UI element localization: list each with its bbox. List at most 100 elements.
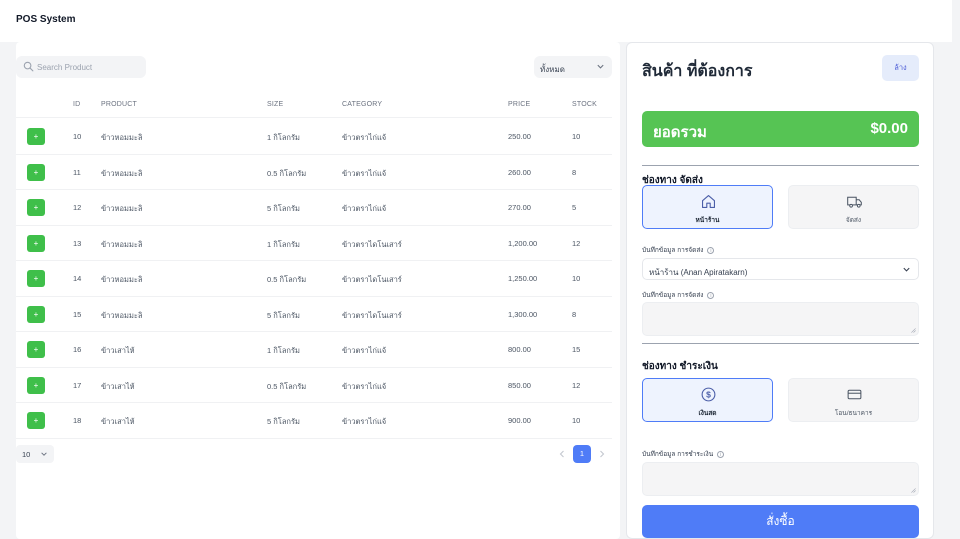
add-to-cart-button[interactable]: + (27, 234, 45, 252)
cell-product: ข้าวหอมมะลิ (101, 204, 143, 213)
cell-size: 1 กิโลกรัม (267, 346, 300, 355)
payment-option-cash[interactable]: $ เงินสด (642, 378, 773, 422)
address-label-text: บันทึกข้อมูล การจัดส่ง (642, 247, 704, 254)
table-header: ID PRODUCT SIZE CATEGORY PRICE STOCK (16, 98, 612, 118)
cell-size: 1 กิโลกรัม (267, 239, 300, 249)
cell-size: 0.5 กิโลกรัม (267, 381, 307, 391)
column-header-price[interactable]: PRICE (508, 101, 530, 108)
payment-section-title: ช่องทาง ชำระเงิน (642, 361, 718, 372)
payment-option-label: โอน/ธนาคาร (834, 410, 873, 417)
cell-size: 5 กิโลกรัม (267, 204, 300, 213)
add-to-cart-button[interactable]: + (27, 270, 45, 287)
place-order-button[interactable]: สั่งซื้อ (642, 505, 919, 538)
page-button-current[interactable]: 1 (573, 445, 591, 463)
cell-stock: 8 (572, 167, 577, 177)
table-row: + 14 ข้าวหอมมะลิ 0.5 กิโลกรัม ข้าวตราไดโ… (16, 261, 612, 297)
cell-stock: 10 (572, 416, 581, 425)
column-header-category[interactable]: CATEGORY (342, 101, 382, 108)
cell-id: 16 (73, 345, 82, 354)
delivery-note-label-text: บันทึกข้อมูล การจัดส่ง (642, 292, 704, 299)
cell-product: ข้าวหอมมะลิ (101, 239, 143, 249)
product-search[interactable] (16, 56, 146, 78)
chevron-right-icon[interactable] (597, 449, 607, 459)
cell-price: 1,250.00 (508, 274, 538, 283)
column-header-size[interactable]: SIZE (267, 101, 283, 108)
chevron-down-icon (903, 267, 910, 272)
cell-product: ข้าวหอมมะลิ (101, 275, 143, 284)
svg-text:$: $ (706, 389, 711, 399)
home-icon (701, 194, 716, 209)
cell-price: 1,300.00 (508, 309, 538, 319)
cell-stock: 10 (572, 132, 581, 141)
delivery-note-label: บันทึกข้อมูล การจัดส่ง i (642, 290, 715, 300)
table-row: + 15 ข้าวหอมมะลิ 5 กิโลกรัม ข้าวตราไดโนเ… (16, 297, 612, 332)
chevron-down-icon (41, 452, 47, 456)
cell-stock: 5 (572, 203, 577, 212)
cell-price: 1,200.00 (508, 238, 538, 248)
divider (642, 165, 919, 166)
table-row: + 10 ข้าวหอมมะลิ 1 กิโลกรัม ข้าวตราไก่แจ… (16, 119, 612, 155)
table-row: + 16 ข้าวเสาไห้ 1 กิโลกรัม ข้าวตราไก่แจ้… (16, 332, 612, 368)
scrollbar-track[interactable] (952, 0, 960, 539)
cell-price: 800.00 (508, 345, 531, 354)
app-title: POS System (16, 14, 76, 25)
column-header-product[interactable]: PRODUCT (101, 101, 137, 108)
cell-product: ข้าวเสาไห้ (101, 381, 135, 391)
cell-price: 260.00 (508, 167, 531, 177)
cell-size: 0.5 กิโลกรัม (267, 275, 307, 284)
info-icon: i (707, 291, 715, 299)
delivery-option-label: หน้าร้าน (695, 217, 720, 224)
cell-category: ข้าวตราไดโนเสาร์ (342, 275, 402, 284)
cell-stock: 15 (572, 345, 581, 354)
clear-cart-button[interactable]: ล้าง (882, 55, 919, 81)
total-amount: $0.00 (870, 120, 908, 137)
column-header-stock[interactable]: STOCK (572, 101, 597, 108)
search-input[interactable] (37, 56, 142, 78)
resize-grip-icon[interactable] (911, 488, 916, 493)
payment-option-label: เงินสด (698, 410, 717, 417)
cell-size: 0.5 กิโลกรัม (267, 168, 307, 178)
cart-title: สินค้า ที่ต้องการ (642, 63, 753, 80)
cell-stock: 8 (572, 309, 577, 319)
add-to-cart-button[interactable]: + (27, 128, 45, 145)
cell-id: 18 (73, 416, 82, 425)
truck-icon (847, 196, 862, 208)
add-to-cart-button[interactable]: + (27, 199, 45, 216)
cell-stock: 12 (572, 380, 581, 390)
delivery-address-select[interactable]: หน้าร้าน (Anan Apiratakarn) (642, 258, 919, 280)
resize-grip-icon[interactable] (911, 328, 916, 333)
add-to-cart-button[interactable]: + (27, 376, 45, 394)
add-to-cart-button[interactable]: + (27, 305, 45, 323)
add-to-cart-button[interactable]: + (27, 341, 45, 358)
cell-stock: 12 (572, 238, 581, 248)
chevron-left-icon[interactable] (557, 449, 567, 459)
credit-card-icon (847, 389, 862, 400)
add-to-cart-button[interactable]: + (27, 412, 45, 429)
cell-id: 11 (73, 167, 81, 177)
delivery-option-store[interactable]: หน้าร้าน (642, 185, 773, 229)
payment-note-textarea[interactable] (642, 462, 919, 496)
cell-price: 850.00 (508, 380, 531, 390)
cell-category: ข้าวตราไก่แจ้ (342, 381, 387, 391)
search-icon (23, 61, 34, 72)
table-row: + 17 ข้าวเสาไห้ 0.5 กิโลกรัม ข้าวตราไก่แ… (16, 368, 612, 403)
cell-id: 15 (73, 309, 82, 319)
cell-category: ข้าวตราไก่แจ้ (342, 417, 387, 426)
table-row: + 12 ข้าวหอมมะลิ 5 กิโลกรัม ข้าวตราไก่แจ… (16, 190, 612, 226)
page-size-select[interactable]: 10 (16, 445, 54, 463)
cart-panel: สินค้า ที่ต้องการ ล้าง ยอดรวม $0.00 ช่อง… (626, 42, 934, 539)
cell-id: 17 (73, 380, 82, 390)
column-header-id[interactable]: ID (73, 101, 80, 108)
cell-price: 270.00 (508, 203, 531, 212)
delivery-option-ship[interactable]: จัดส่ง (788, 185, 919, 229)
category-filter-select[interactable]: ทั้งหมด (534, 56, 612, 78)
chevron-down-icon (597, 64, 604, 69)
add-to-cart-button[interactable]: + (27, 163, 45, 181)
delivery-note-textarea[interactable] (642, 302, 919, 336)
payment-option-transfer[interactable]: โอน/ธนาคาร (788, 378, 919, 422)
divider (642, 343, 919, 344)
total-banner: ยอดรวม $0.00 (642, 111, 919, 147)
cell-id: 14 (73, 274, 82, 283)
cell-category: ข้าวตราไก่แจ้ (342, 346, 387, 355)
cell-size: 1 กิโลกรัม (267, 133, 300, 142)
